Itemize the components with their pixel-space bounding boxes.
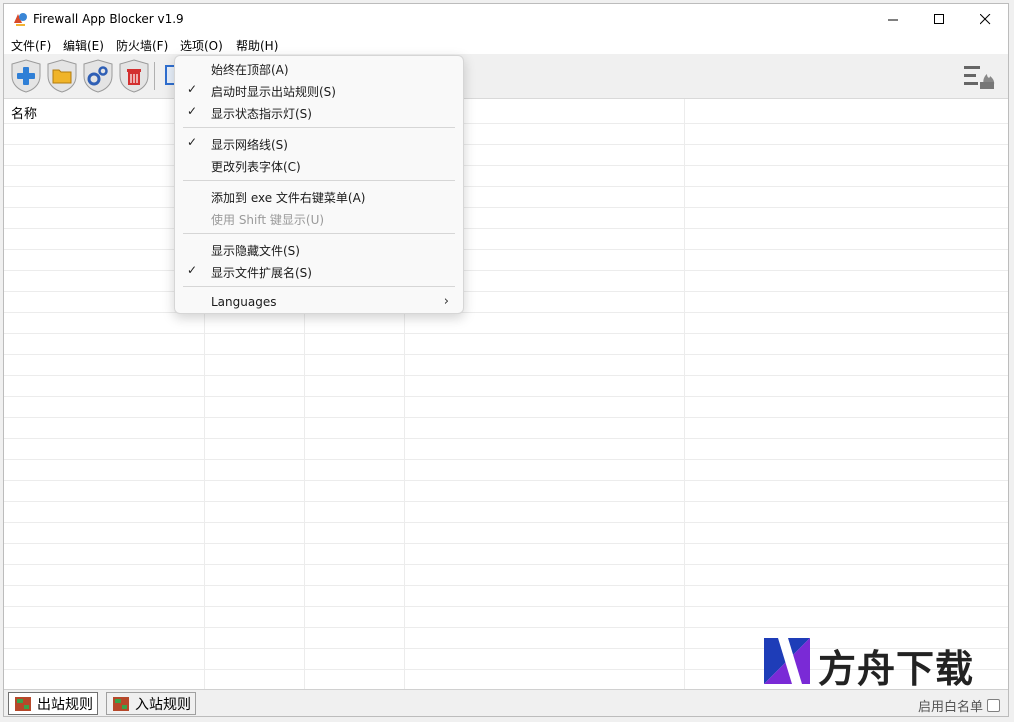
- menu-separator: [183, 286, 455, 287]
- grid-row-line: [4, 354, 1008, 355]
- maximize-button[interactable]: [916, 4, 962, 34]
- app-window: Firewall App Blocker v1.9 文件(F) 编辑(E) 防火…: [3, 3, 1009, 717]
- grid-row-line: [4, 165, 1008, 166]
- list-header: 名称: [4, 99, 1008, 124]
- check-icon: ✓: [187, 263, 198, 277]
- grid-row-line: [4, 606, 1008, 607]
- menu-file[interactable]: 文件(F): [11, 37, 51, 54]
- close-icon: [979, 13, 990, 24]
- grid-row-line: [4, 270, 1008, 271]
- grid-row-line: [4, 627, 1008, 628]
- menu-edit[interactable]: 编辑(E): [63, 37, 104, 54]
- grid-row-line: [4, 249, 1008, 250]
- menu-item-show-file-extensions[interactable]: ✓ 显示文件扩展名(S): [179, 260, 459, 282]
- menu-item-shift-key-show: 使用 Shift 键显示(U): [211, 213, 325, 227]
- tab-inbound-rules[interactable]: 入站规则: [106, 692, 196, 715]
- menu-item-show-grid-lines[interactable]: ✓ 显示网络线(S): [179, 132, 459, 154]
- check-icon: ✓: [187, 82, 198, 96]
- folder-icon: [52, 69, 72, 84]
- grid-row-line: [4, 396, 1008, 397]
- chevron-right-icon: ›: [443, 294, 449, 309]
- menu-options[interactable]: 选项(O): [180, 37, 223, 54]
- grid-row-line: [4, 438, 1008, 439]
- options-dropdown-menu: 始终在顶部(A) ✓ 启动时显示出站规则(S) ✓ 显示状态指示灯(S) ✓ 显…: [174, 55, 464, 314]
- status-bar: 出站规则 入站规则 启用白名单: [4, 689, 1008, 716]
- tab-label: 入站规则: [135, 696, 191, 713]
- tab-label: 出站规则: [37, 696, 93, 713]
- minimize-icon: [887, 19, 898, 20]
- menu-item-change-list-font[interactable]: 更改列表字体(C): [179, 154, 459, 176]
- minimize-button[interactable]: [870, 4, 916, 34]
- grid-row-line: [4, 522, 1008, 523]
- firewall-menu-button[interactable]: [962, 62, 1002, 92]
- menu-item-show-hidden-files[interactable]: 显示隐藏文件(S): [179, 238, 459, 260]
- menu-item-show-status-light[interactable]: ✓ 显示状态指示灯(S): [179, 101, 459, 123]
- app-logo-icon: [14, 13, 27, 26]
- grid-row-line: [4, 459, 1008, 460]
- whitelist-checkbox[interactable]: [987, 699, 1000, 712]
- grid-row-line: [4, 585, 1008, 586]
- tab-outbound-rules[interactable]: 出站规则: [8, 692, 98, 715]
- menu-item-languages[interactable]: Languages ›: [179, 291, 459, 313]
- grid-row-line: [4, 144, 1008, 145]
- column-divider: [684, 99, 685, 689]
- grid-row-line: [4, 207, 1008, 208]
- rules-list[interactable]: 名称: [4, 99, 1008, 689]
- grid-row-line: [4, 291, 1008, 292]
- column-header-name[interactable]: 名称: [11, 103, 37, 122]
- watermark-logo-icon: [764, 638, 810, 684]
- grid-row-line: [4, 480, 1008, 481]
- grid-row-line: [4, 312, 1008, 313]
- close-button[interactable]: [962, 4, 1008, 34]
- grid-row-line: [4, 186, 1008, 187]
- toolbar: [4, 54, 1008, 99]
- menu-help[interactable]: 帮助(H): [236, 37, 278, 54]
- grid-row-line: [4, 333, 1008, 334]
- settings-button[interactable]: [81, 58, 115, 94]
- menu-bar: 文件(F) 编辑(E) 防火墙(F) 选项(O) 帮助(H): [4, 34, 1008, 54]
- add-button[interactable]: [9, 58, 43, 94]
- whitelist-label: 启用白名单: [917, 700, 983, 715]
- menu-item-show-outbound-on-start[interactable]: ✓ 启动时显示出站规则(S): [179, 79, 459, 101]
- delete-button[interactable]: [117, 58, 151, 94]
- menu-item-add-exe-context-menu[interactable]: 添加到 exe 文件右键菜单(A): [179, 185, 459, 207]
- whitelist-toggle[interactable]: 启用白名单: [918, 696, 1000, 715]
- firewall-menu-icon: [964, 66, 995, 89]
- brick-wall-icon: [15, 696, 31, 711]
- grid-row-line: [4, 417, 1008, 418]
- menu-firewall[interactable]: 防火墙(F): [116, 37, 168, 54]
- check-icon: ✓: [187, 135, 198, 149]
- open-folder-button[interactable]: [45, 58, 79, 94]
- title-bar: Firewall App Blocker v1.9: [4, 4, 1008, 34]
- check-icon: ✓: [187, 104, 198, 118]
- menu-separator: [183, 180, 455, 181]
- grid-row-line: [4, 543, 1008, 544]
- menu-item-always-on-top[interactable]: 始终在顶部(A): [179, 57, 459, 79]
- watermark-text: 方舟下载: [818, 647, 975, 691]
- grid-row-line: [4, 228, 1008, 229]
- grid-row-line: [4, 564, 1008, 565]
- menu-separator: [183, 127, 455, 128]
- maximize-icon: [933, 13, 944, 24]
- window-title: Firewall App Blocker v1.9: [33, 12, 184, 26]
- trash-icon: [127, 69, 141, 85]
- menu-separator: [183, 233, 455, 234]
- toolbar-separator: [154, 62, 155, 90]
- grid-row-line: [4, 501, 1008, 502]
- watermark: 方舟下载: [762, 636, 992, 691]
- grid-row-line: [4, 375, 1008, 376]
- brick-wall-icon: [113, 696, 129, 711]
